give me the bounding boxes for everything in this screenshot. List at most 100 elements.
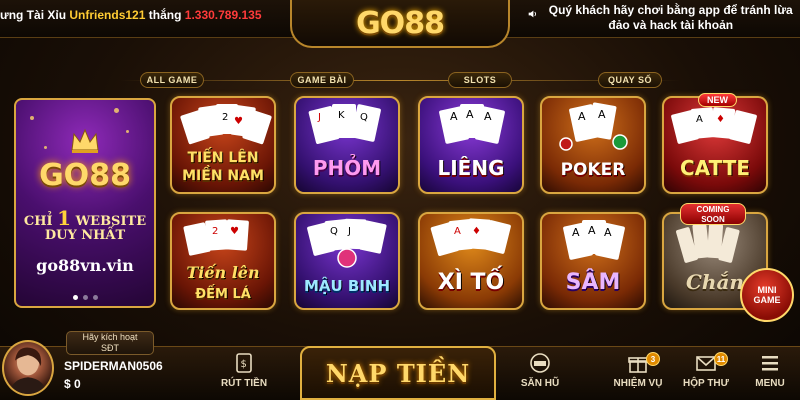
promo-tag-suffix: WEBSITE [75,214,147,229]
svg-text:J: J [317,112,321,123]
crown-icon [71,128,99,153]
jackpot-label: SĂN HŨ [520,378,560,389]
game-label: MẬU BINH [303,277,391,295]
logo-plate[interactable]: GO88 [290,0,510,48]
svg-text:A: A [696,114,703,125]
svg-text:A: A [450,110,458,123]
playing-cards-icon: A ♦ [430,218,511,256]
playing-cards-icon: Q J [307,218,387,268]
coming-soon-line1: COMING [696,205,730,214]
category-divider [120,80,680,81]
activate-label: Hãy kích hoạt [82,332,138,342]
carousel-dot[interactable] [72,295,78,300]
svg-text:Q: Q [360,112,368,123]
carousel-dot[interactable] [82,295,88,300]
promo-tag-number: 1 [57,206,72,230]
sparkle [126,130,129,133]
svg-text:♦: ♦ [472,226,481,237]
deposit-label: NẠP TIỀN [325,358,471,388]
game-label-2: ĐẾM LÁ [195,287,251,302]
balance: $ 0 [64,377,81,391]
svg-text:K: K [338,110,345,121]
promo-logo: GO88 [39,158,131,193]
game-label: POKER [560,160,626,180]
svg-text:♥: ♥ [230,226,239,237]
tab-slots[interactable]: SLOTS [448,72,512,88]
game-tile-tien-len-dem-la[interactable]: 2 ♥ Tiến lên ĐẾM LÁ [170,212,276,310]
jackpot-button[interactable]: SĂN HŨ [512,352,568,398]
mini-game-button[interactable]: MINI GAME [740,268,794,322]
playing-cards-icon: A A A [563,220,625,260]
menu-label: MENU [755,378,785,389]
promo-url: go88vn.vin [36,256,134,275]
coming-soon-badge: COMING SOON [680,203,746,225]
svg-text:A: A [588,224,596,237]
game-tile-catte[interactable]: A ♦ CATTE [662,96,768,194]
jackpot-icon [530,353,550,373]
playing-cards-icon: 2 ♥ [180,104,272,145]
svg-text:A: A [604,226,612,239]
tab-all-game[interactable]: ALL GAME [140,72,204,88]
game-label: TIẾN LÊN [187,150,259,166]
menu-button[interactable]: MENU [742,352,798,398]
coming-soon-line2: SOON [701,215,725,224]
username: SPIDERMAN0506 [64,359,163,373]
tab-quay-so[interactable]: QUAY SỐ [598,72,662,88]
withdraw-label: RÚT TIỀN [220,378,268,389]
notice-banner: Quý khách hãy chơi bằng app để tránh lừa… [528,3,796,33]
sparkle [30,116,34,120]
withdraw-button[interactable]: $ RÚT TIỀN [216,352,272,398]
game-tile-sam[interactable]: A A A SÂM [540,212,646,310]
promo-tagline: CHỈ 1 WEBSITE [16,206,154,230]
missions-count-badge: 3 [646,352,660,366]
speaker-icon [528,10,537,18]
activate-phone-button[interactable]: Hãy kích hoạt SĐT [66,331,154,355]
svg-text:A: A [598,108,606,121]
ticker-game: ưng Tài Xỉu [0,8,67,22]
game-label: XÌ TỐ [437,270,505,295]
game-label-2: MIỀN NAM [182,168,264,184]
game-tile-lieng[interactable]: A A A LIÊNG [418,96,524,194]
svg-text:A: A [484,110,492,123]
svg-text:A: A [454,226,461,237]
promo-tagline-2: DUY NHẤT [44,228,126,243]
svg-text:♥: ♥ [234,116,243,127]
svg-text:A: A [578,110,586,123]
winner-ticker: ưng Tài Xỉu Unfriends121 thắng 1.330.789… [0,8,290,26]
promo-banner[interactable]: GO88 CHỈ 1 WEBSITE DUY NHẤT go88vn.vin [14,98,156,308]
ticker-amount: 1.330.789.135 [184,8,262,22]
sparkle [114,108,119,113]
svg-text:Q: Q [330,226,338,237]
inbox-label: HỘP THƯ [683,378,729,389]
game-label: Tiến lên [186,263,260,282]
notice-text: Quý khách hãy chơi bằng app để tránh lừa… [548,3,793,32]
user-portrait-icon [9,347,47,394]
game-tile-xi-to[interactable]: A ♦ XÌ TỐ [418,212,524,310]
avatar[interactable] [2,340,54,396]
playing-cards-icon: A A A [439,104,505,144]
game-tile-tien-len-mien-nam[interactable]: 2 ♥ TIẾN LÊN MIỀN NAM [170,96,276,194]
go88-logo: GO88 [356,5,445,41]
game-tile-phom[interactable]: K J Q PHỎM [294,96,400,194]
game-tile-poker[interactable]: A A POKER [540,96,646,194]
mini-game-label-2: GAME [753,295,781,305]
new-badge: NEW [698,93,737,107]
game-label: SÂM [565,270,621,295]
missions-label: NHIỆM VỤ [613,378,663,389]
svg-text:♦: ♦ [716,114,725,125]
svg-text:2: 2 [222,112,228,123]
deposit-button[interactable]: NẠP TIỀN [300,346,496,400]
promo-tag-prefix: CHỈ [23,214,53,229]
carousel-dot[interactable] [92,295,98,300]
svg-text:2: 2 [212,226,218,237]
svg-text:J: J [347,226,351,237]
game-tile-mau-binh[interactable]: Q J MẬU BINH [294,212,400,310]
carousel-dots [16,295,154,300]
ticker-verb: thắng [148,8,182,22]
tab-game-bai[interactable]: GAME BÀI [290,72,354,88]
svg-text:A: A [572,226,580,239]
inbox-count-badge: 11 [714,352,728,366]
game-label: PHỎM [312,156,382,180]
game-label: LIÊNG [437,156,505,180]
playing-cards-icon: A ♦ [671,107,757,144]
